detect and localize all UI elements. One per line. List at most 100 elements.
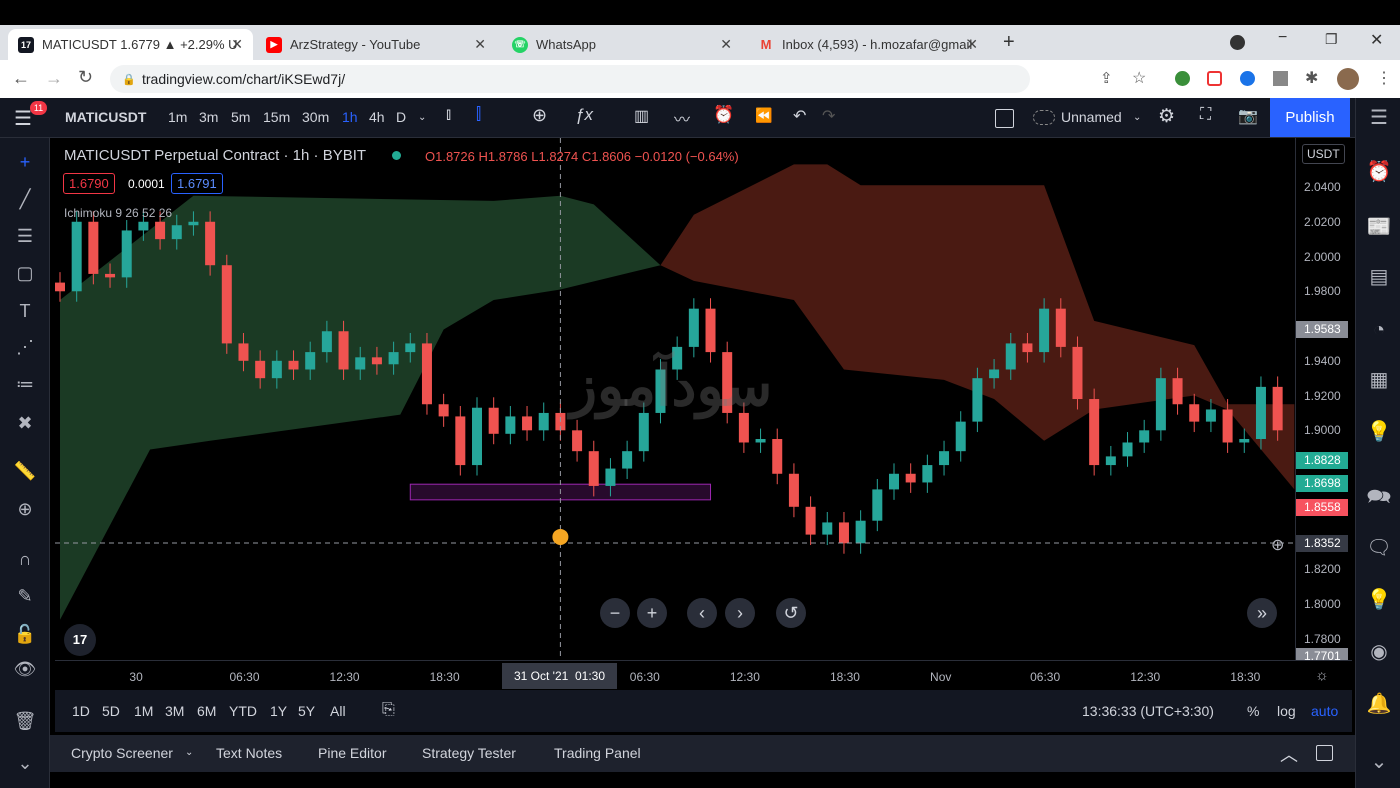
publish-button[interactable]: Publish (1270, 98, 1350, 137)
new-tab-button[interactable]: + (1003, 31, 1015, 54)
prediction-icon[interactable]: ≔ (12, 371, 38, 397)
scroll-to-realtime-button[interactable]: » (1247, 598, 1277, 628)
interval-30m[interactable]: 30m (302, 109, 329, 125)
bottom-tab-strategy-tester[interactable]: Strategy Tester (422, 745, 516, 761)
tradingview-logo[interactable]: 17 (64, 624, 96, 656)
range-all[interactable]: All (330, 703, 346, 719)
magnet-icon[interactable]: ∩ (12, 546, 38, 572)
back-icon[interactable]: ← (12, 68, 30, 89)
minimize-button[interactable]: − (1278, 29, 1287, 47)
lock-drawings-pencil-icon[interactable]: ✎ (12, 583, 38, 609)
hotlist-icon[interactable]: ◔ (1365, 316, 1393, 344)
zoom-out-button[interactable]: − (600, 598, 630, 628)
browser-tab-whatsapp[interactable]: ☏ WhatsApp ✕ (502, 29, 742, 60)
news-icon[interactable]: 📰 (1365, 213, 1393, 241)
bottom-tab-text-notes[interactable]: Text Notes (216, 745, 282, 761)
compare-add-icon[interactable]: ⊕ (532, 105, 547, 126)
range-1y[interactable]: 1Y (270, 703, 287, 719)
interval-4h[interactable]: 4h (369, 109, 385, 125)
bookmark-star-icon[interactable]: ☆ (1132, 68, 1146, 88)
profile-status-icon[interactable] (1230, 35, 1245, 50)
chevron-down-icon[interactable]: ⌄ (418, 112, 426, 123)
chevron-double-icon[interactable]: ⌄ (1365, 748, 1393, 776)
chevron-down-icon[interactable]: ⌄ (185, 747, 193, 758)
bottom-tab-crypto-screener[interactable]: Crypto Screener (71, 745, 173, 761)
interval-5m[interactable]: 5m (231, 109, 250, 125)
auto-toggle[interactable]: auto (1311, 703, 1338, 719)
fib-icon[interactable]: ☰ (12, 223, 38, 249)
interval-3m[interactable]: 3m (199, 109, 218, 125)
close-tab-icon[interactable]: ✕ (231, 36, 243, 53)
ruler-icon[interactable]: 📏 (12, 458, 38, 484)
extension-icon[interactable] (1273, 71, 1288, 86)
range-5y[interactable]: 5Y (298, 703, 315, 719)
range-3m[interactable]: 3M (165, 703, 184, 719)
undo-icon[interactable]: ↶ (793, 106, 806, 126)
settings-gear-icon[interactable]: ⚙ (1158, 105, 1175, 128)
chart-pane[interactable]: سودآموز MATICUSDT Perpetual Contract · 1… (55, 138, 1295, 660)
range-ytd[interactable]: YTD (229, 703, 257, 719)
forward-icon[interactable]: → (45, 68, 63, 89)
add-alert-plus-icon[interactable]: ⊕ (1271, 535, 1284, 555)
extensions-puzzle-icon[interactable]: ✱ (1305, 68, 1318, 88)
eye-icon[interactable]: 👁 (12, 656, 38, 682)
camera-icon[interactable]: 📷 (1238, 106, 1258, 126)
close-window-button[interactable]: ✕ (1370, 30, 1383, 50)
replay-icon[interactable]: ⏪ (755, 107, 772, 124)
range-6m[interactable]: 6M (197, 703, 216, 719)
alert-icon[interactable]: ⏰ (713, 105, 734, 125)
templates-icon[interactable]: 〰 (674, 106, 690, 130)
price-axis[interactable]: USDT 2.0400 2.0200 2.0000 1.9800 1.9400 1.920… (1295, 138, 1352, 666)
streams-icon[interactable]: 💡 (1365, 586, 1393, 614)
indicator-legend-ichimoku[interactable]: Ichimoku 9 26 52 26 (64, 206, 172, 220)
fullscreen-icon[interactable]: ⛶ (1200, 106, 1211, 124)
interval-1h[interactable]: 1h (342, 109, 358, 125)
timezone-clock[interactable]: 13:36:33 (UTC+3:30) (1082, 703, 1214, 719)
interval-D[interactable]: D (396, 109, 406, 125)
log-toggle[interactable]: log (1277, 703, 1296, 719)
pattern-icon[interactable]: ⋰ (12, 334, 38, 360)
url-input[interactable]: 🔒 tradingview.com/chart/iKSEwd7j/ (110, 65, 1030, 93)
zoom-in-button[interactable]: + (637, 598, 667, 628)
crosshair-icon[interactable]: + (12, 149, 38, 175)
bottom-tab-trading-panel[interactable]: Trading Panel (554, 745, 641, 761)
rectangle-icon[interactable]: ▢ (12, 260, 38, 286)
zoom-in-icon[interactable]: ⊕ (12, 496, 38, 522)
close-tab-icon[interactable]: ✕ (474, 36, 486, 53)
extension-icon[interactable] (1240, 71, 1255, 86)
avatar[interactable] (1337, 68, 1359, 90)
collapse-panel-icon[interactable]: ︿ (1280, 741, 1298, 767)
trash-icon[interactable]: 🗑 (12, 708, 38, 734)
candles-style-icon[interactable]: ⫿ (476, 106, 481, 124)
extension-icon[interactable] (1175, 71, 1190, 86)
buy-price-button[interactable]: 1.6791 (171, 173, 223, 194)
close-tab-icon[interactable]: ✕ (966, 36, 978, 53)
chat-icon[interactable]: 🗨 (1365, 534, 1393, 562)
chats-icon[interactable]: 🗪 (1365, 483, 1393, 511)
ideas-lightbulb-icon[interactable]: 💡 (1365, 418, 1393, 446)
indicators-fx-icon[interactable]: ƒx (575, 105, 593, 125)
bar-style-icon[interactable]: ⫾ (446, 106, 451, 124)
scroll-right-button[interactable]: › (725, 598, 755, 628)
notifications-bell-icon[interactable]: 🔔 (1365, 690, 1393, 718)
range-1d[interactable]: 1D (72, 703, 90, 719)
range-1m[interactable]: 1M (134, 703, 153, 719)
sell-price-button[interactable]: 1.6790 (63, 173, 115, 194)
percent-toggle[interactable]: % (1247, 703, 1259, 719)
broadcast-icon[interactable]: ◉ (1365, 638, 1393, 666)
trend-line-icon[interactable]: ╱ (12, 186, 38, 212)
browser-tab-youtube[interactable]: ▶ ArzStrategy - YouTube ✕ (256, 29, 496, 60)
restore-button[interactable]: ❐ (1325, 31, 1338, 48)
time-axis[interactable]: 30 06:30 12:30 18:30 06:30 12:30 18:30 Nov 06:30… (55, 660, 1352, 690)
symbol-search[interactable]: MATICUSDT (65, 109, 146, 125)
goto-date-icon[interactable]: ⎘ (382, 701, 395, 719)
reload-icon[interactable]: ↻ (78, 67, 93, 88)
browser-tab-tradingview[interactable]: 17 MATICUSDT 1.6779 ▲ +2.29% U ✕ (8, 29, 253, 60)
remove-drawings-icon[interactable]: ✖ (12, 410, 38, 436)
browser-menu-icon[interactable]: ⋮ (1376, 68, 1392, 88)
layout-square-icon[interactable] (995, 109, 1014, 128)
chevron-down-icon[interactable]: ⌄ (12, 750, 38, 776)
interval-15m[interactable]: 15m (263, 109, 290, 125)
watchlist-icon[interactable]: ☰ (1365, 104, 1393, 132)
layout-name[interactable]: Unnamed (1061, 109, 1122, 125)
